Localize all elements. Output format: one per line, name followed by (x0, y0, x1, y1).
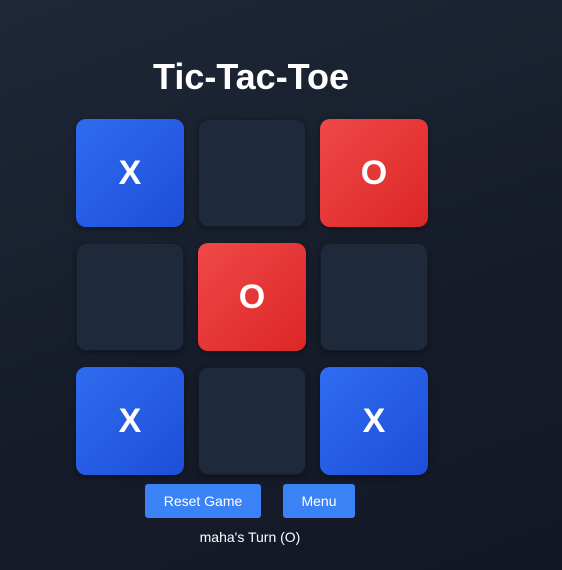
board-cell-7[interactable]: X (76, 367, 184, 475)
reset-game-button[interactable]: Reset Game (145, 484, 261, 518)
board-cell-2[interactable] (198, 119, 306, 227)
board-cell-8[interactable] (198, 367, 306, 475)
menu-button[interactable]: Menu (283, 484, 355, 518)
board-cell-1[interactable]: X (76, 119, 184, 227)
board-cell-3[interactable]: O (320, 119, 428, 227)
board-cell-4[interactable] (76, 243, 184, 351)
board-cell-6[interactable] (320, 243, 428, 351)
turn-status: maha's Turn (O) (199, 529, 301, 545)
board-cell-9[interactable]: X (320, 367, 428, 475)
board-cell-5[interactable]: O (198, 243, 306, 351)
game-title: Tic-Tac-Toe (152, 56, 350, 97)
game-board: X O O X X (76, 119, 428, 475)
